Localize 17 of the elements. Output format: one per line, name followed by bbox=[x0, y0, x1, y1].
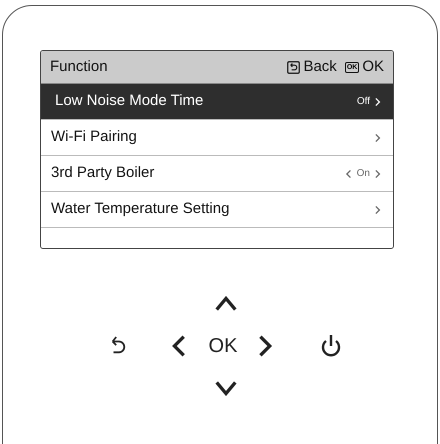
menu-item-label: Wi-Fi Pairing bbox=[51, 127, 137, 148]
chevron-right-icon bbox=[373, 96, 383, 106]
menu-item-label: Low Noise Mode Time bbox=[55, 91, 204, 112]
menu-item-value: On bbox=[356, 167, 370, 181]
screen-title: Function bbox=[50, 56, 108, 77]
menu-item-label: 3rd Party Boiler bbox=[51, 163, 154, 184]
ok-key-label[interactable]: OK bbox=[208, 331, 238, 361]
chevron-right-icon bbox=[373, 168, 383, 178]
back-key-icon bbox=[287, 60, 300, 74]
hint-label: Back bbox=[303, 56, 337, 77]
menu-item-value: Off bbox=[356, 95, 370, 109]
menu-item-label: Water Temperature Setting bbox=[51, 199, 230, 220]
chevron-left-icon bbox=[344, 168, 354, 178]
chevron-right-icon bbox=[373, 204, 383, 214]
chevron-right-icon bbox=[373, 132, 383, 142]
hint-label: OK bbox=[362, 56, 384, 77]
menu-item[interactable]: Low Noise Mode Time Off bbox=[41, 84, 393, 120]
